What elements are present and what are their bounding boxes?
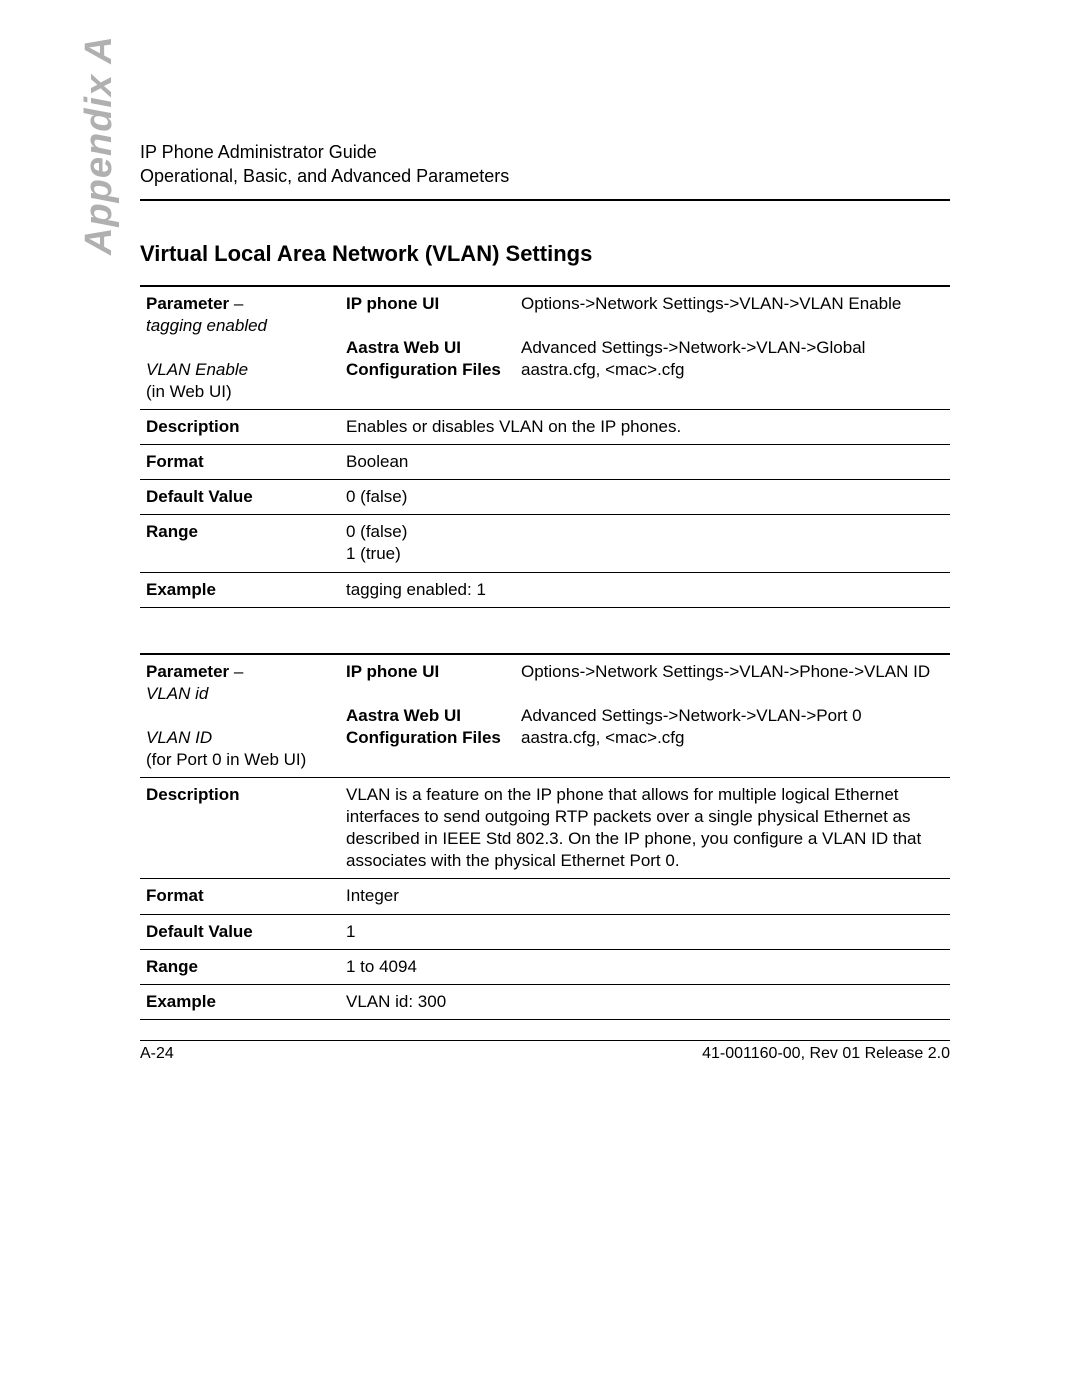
- param-name-2: VLAN id: [146, 684, 208, 703]
- t1-labels-cell: IP phone UI Aastra Web UI Configuration …: [340, 286, 515, 410]
- page-footer: A-24 41-001160-00, Rev 01 Release 2.0: [140, 1040, 950, 1063]
- header-rule: [140, 199, 950, 201]
- ip-phone-ui-label: IP phone UI: [346, 294, 439, 313]
- footer-doc-id: 41-001160-00, Rev 01 Release 2.0: [702, 1045, 950, 1063]
- param-dash-2: –: [229, 662, 243, 681]
- t2-range-value: 1 to 4094: [340, 949, 950, 984]
- param-name: tagging enabled: [146, 316, 267, 335]
- t2-values-cell: Options->Network Settings->VLAN->Phone->…: [515, 654, 950, 778]
- aastra-web-ui-value: Advanced Settings->Network->VLAN->Global: [521, 338, 865, 357]
- t2-example-label: Example: [140, 984, 340, 1019]
- t2-format-value: Integer: [340, 879, 950, 914]
- alt-name-1b: VLAN ID: [146, 728, 212, 747]
- t1-example-label: Example: [140, 572, 340, 607]
- config-files-value-2: aastra.cfg, <mac>.cfg: [521, 728, 684, 747]
- alt-name-2b: (for Port 0 in Web UI): [146, 750, 306, 769]
- header-line-1: IP Phone Administrator Guide: [140, 140, 950, 164]
- parameter-table-2: Parameter – VLAN id VLAN ID (for Port 0 …: [140, 653, 950, 1020]
- param-label-prefix: Parameter: [146, 294, 229, 313]
- param-dash: –: [229, 294, 243, 313]
- t2-param-cell: Parameter – VLAN id VLAN ID (for Port 0 …: [140, 654, 340, 778]
- t1-description-value: Enables or disables VLAN on the IP phone…: [340, 410, 950, 445]
- t2-description-value: VLAN is a feature on the IP phone that a…: [340, 778, 950, 879]
- config-files-label-2: Configuration Files: [346, 728, 501, 747]
- page: Appendix A IP Phone Administrator Guide …: [0, 0, 1080, 1397]
- t2-description-label: Description: [140, 778, 340, 879]
- parameter-table-1: Parameter – tagging enabled VLAN Enable …: [140, 285, 950, 608]
- t1-range-label: Range: [140, 515, 340, 572]
- config-files-value: aastra.cfg, <mac>.cfg: [521, 360, 684, 379]
- t1-description-label: Description: [140, 410, 340, 445]
- t2-default-label: Default Value: [140, 914, 340, 949]
- t1-range-value: 0 (false) 1 (true): [340, 515, 950, 572]
- footer-page-number: A-24: [140, 1045, 174, 1063]
- header-line-2: Operational, Basic, and Advanced Paramet…: [140, 164, 950, 188]
- t1-format-label: Format: [140, 445, 340, 480]
- aastra-web-ui-label: Aastra Web UI: [346, 338, 461, 357]
- t1-example-value: tagging enabled: 1: [340, 572, 950, 607]
- t2-format-label: Format: [140, 879, 340, 914]
- footer-rule: [140, 1040, 950, 1041]
- t1-values-cell: Options->Network Settings->VLAN->VLAN En…: [515, 286, 950, 410]
- t2-range-label: Range: [140, 949, 340, 984]
- ip-phone-ui-label-2: IP phone UI: [346, 662, 439, 681]
- appendix-tab: Appendix A: [78, 35, 121, 255]
- ip-phone-ui-value-2: Options->Network Settings->VLAN->Phone->…: [521, 662, 930, 681]
- ip-phone-ui-value: Options->Network Settings->VLAN->VLAN En…: [521, 294, 901, 313]
- alt-name-2: (in Web UI): [146, 382, 232, 401]
- aastra-web-ui-label-2: Aastra Web UI: [346, 706, 461, 725]
- running-header: IP Phone Administrator Guide Operational…: [140, 140, 950, 189]
- t2-labels-cell: IP phone UI Aastra Web UI Configuration …: [340, 654, 515, 778]
- config-files-label: Configuration Files: [346, 360, 501, 379]
- t1-default-label: Default Value: [140, 480, 340, 515]
- aastra-web-ui-value-2: Advanced Settings->Network->VLAN->Port 0: [521, 706, 862, 725]
- t1-format-value: Boolean: [340, 445, 950, 480]
- t1-default-value: 0 (false): [340, 480, 950, 515]
- t2-default-value: 1: [340, 914, 950, 949]
- t1-param-cell: Parameter – tagging enabled VLAN Enable …: [140, 286, 340, 410]
- param-label-prefix-2: Parameter: [146, 662, 229, 681]
- t2-example-value: VLAN id: 300: [340, 984, 950, 1019]
- section-title: Virtual Local Area Network (VLAN) Settin…: [140, 241, 950, 267]
- alt-name-1: VLAN Enable: [146, 360, 248, 379]
